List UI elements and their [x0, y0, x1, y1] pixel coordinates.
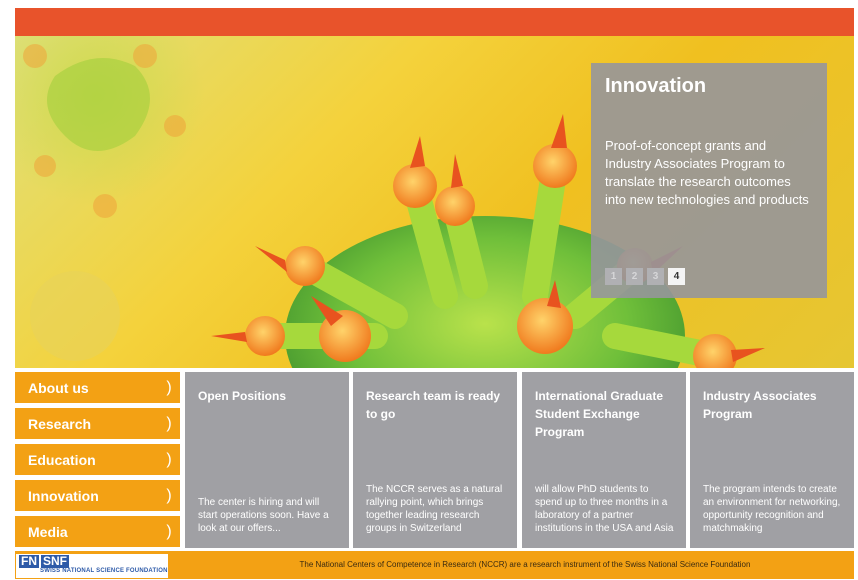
tile-title: International Graduate Student Exchange … — [535, 389, 664, 439]
footer-text: The National Centers of Competence in Re… — [299, 560, 751, 569]
slide-page-3[interactable]: 3 — [647, 268, 664, 285]
nav-item-label: About us — [28, 379, 89, 396]
slide-page-4[interactable]: 4 — [668, 268, 685, 285]
main-nav: About us ) Research ) Education ) Innova… — [15, 372, 180, 552]
tile-research-team[interactable]: Research team is ready to go The NCCR se… — [353, 372, 517, 548]
logo-subtitle: SWISS NATIONAL SCIENCE FOUNDATION — [40, 568, 168, 574]
tile-text: The center is hiring and will start oper… — [198, 497, 329, 534]
logo-fn: FN — [19, 554, 39, 568]
slide-pager: 1 2 3 4 — [605, 268, 685, 285]
nav-item-media[interactable]: Media ) — [15, 516, 180, 547]
slide-text: Proof-of-concept grants and Industry Ass… — [605, 138, 809, 207]
chevron-right-icon: ) — [166, 450, 172, 468]
nav-item-about-us[interactable]: About us ) — [15, 372, 180, 403]
nav-item-label: Education — [28, 451, 96, 468]
logo-snf: SNF — [41, 554, 69, 568]
nav-item-research[interactable]: Research ) — [15, 408, 180, 439]
slide-title: Innovation — [605, 75, 707, 97]
tile-text: will allow PhD students to spend up to t… — [535, 484, 674, 534]
nav-item-label: Media — [28, 523, 68, 540]
slide-page-2[interactable]: 2 — [626, 268, 643, 285]
hero-slide-panel: Innovation Proof-of-concept grants and I… — [591, 63, 827, 298]
tile-title: Research team is ready to go — [366, 389, 501, 421]
chevron-right-icon: ) — [166, 522, 172, 540]
tile-text: The NCCR serves as a natural rallying po… — [366, 484, 503, 534]
chevron-right-icon: ) — [166, 486, 172, 504]
nav-item-education[interactable]: Education ) — [15, 444, 180, 475]
slide-page-1[interactable]: 1 — [605, 268, 622, 285]
nav-item-label: Research — [28, 415, 92, 432]
tile-title: Industry Associates Program — [703, 389, 817, 421]
tile-title: Open Positions — [198, 389, 287, 403]
nav-item-label: Innovation — [28, 487, 99, 504]
logo-mark: FN SNF — [19, 555, 69, 568]
tile-text: The program intends to create an environ… — [703, 484, 841, 534]
snf-logo[interactable]: FN SNF SWISS NATIONAL SCIENCE FOUNDATION — [16, 554, 168, 578]
tile-open-positions[interactable]: Open Positions The center is hiring and … — [185, 372, 349, 548]
chevron-right-icon: ) — [166, 378, 172, 396]
tile-student-exchange[interactable]: International Graduate Student Exchange … — [522, 372, 686, 548]
nav-item-innovation[interactable]: Innovation ) — [15, 480, 180, 511]
top-bar — [15, 8, 854, 36]
tile-industry-associates[interactable]: Industry Associates Program The program … — [690, 372, 854, 548]
chevron-right-icon: ) — [166, 414, 172, 432]
